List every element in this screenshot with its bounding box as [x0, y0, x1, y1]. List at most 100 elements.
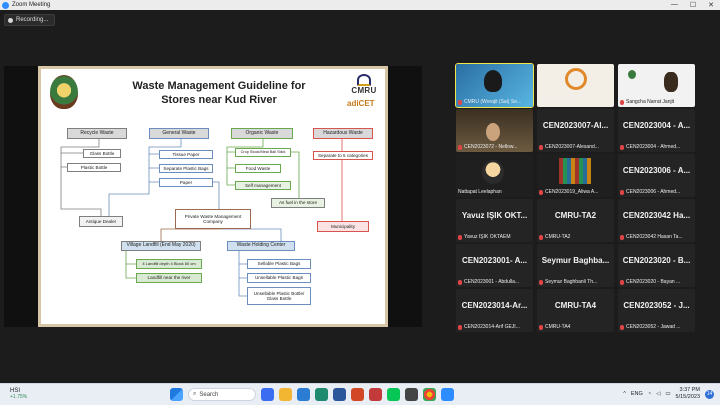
edge-icon[interactable] — [297, 388, 310, 401]
participant-name: Seymur Baghbanli Th... — [545, 279, 598, 285]
participant-name: CEN2023014-Arif GEJI... — [464, 324, 520, 330]
participant-tile[interactable]: CMRU-TA2 CMRU-TA2 — [537, 199, 614, 242]
mic-muted-icon — [539, 324, 543, 330]
participant-name: CEN2023042 Hasan Ta... — [626, 234, 683, 240]
diagram-connectors — [60, 139, 343, 297]
participant-name: Nattapat Leelaphan — [458, 189, 502, 195]
organic-waste-header: Organic Waste — [231, 128, 293, 139]
participant-name: CMRU-TA4 — [545, 324, 571, 330]
participant-tile[interactable]: CEN2023001- A... CEN2023001 - Abdulla... — [456, 244, 533, 287]
participant-tile[interactable]: CMRU-TA4 CMRU-TA4 — [537, 289, 614, 332]
minimize-icon[interactable]: — — [671, 1, 678, 9]
participant-name: CEN2023001 - Abdulla... — [464, 279, 520, 285]
flags-image — [559, 158, 591, 184]
participant-tile[interactable]: CEN2023072 - Nellow... — [456, 109, 533, 152]
waste-holding-header: Waste Holding Center — [227, 241, 295, 251]
stock-widget[interactable]: HSI +1.75% — [10, 388, 27, 400]
search-icon: ⌕ — [193, 391, 197, 397]
taskbar-search[interactable]: ⌕ Search — [188, 388, 256, 401]
participant-name-large: CEN2023007-Al... — [542, 121, 609, 130]
store-icon[interactable] — [315, 388, 328, 401]
glass-bottle-box: Glass Bottle — [83, 149, 121, 158]
participant-name: CEN2023004 - Ahmed... — [626, 144, 681, 150]
mic-muted-icon — [620, 234, 624, 240]
search-label: Search — [199, 391, 219, 398]
participant-tile[interactable]: CEN2023004 - A... CEN2023004 - Ahmed... — [618, 109, 695, 152]
village-landfill-header: Village Landfill (End May 2020) — [121, 241, 201, 251]
participant-tile[interactable]: Nattapat Leelaphan — [456, 154, 533, 197]
language-indicator[interactable]: ENG — [631, 391, 643, 397]
zoom-app-icon — [2, 1, 9, 9]
self-management-box: Self management — [235, 181, 291, 190]
participant-name: adiCET@CMRU — [539, 99, 576, 105]
participant-tile[interactable]: CEN2023020 - B... CEN2023020 - Bayan ... — [618, 244, 695, 287]
participant-name: CMRU-TA2 — [545, 234, 571, 240]
mic-muted-icon — [620, 189, 624, 195]
participant-name: CEN2023006 - Ahmed... — [626, 189, 681, 195]
powerpoint-icon[interactable] — [351, 388, 364, 401]
recording-indicator[interactable]: Recording... — [4, 14, 56, 26]
participant-name: CEN2023052 - Jawad ... — [626, 324, 681, 330]
clock-time: 3:37 PM — [679, 387, 700, 393]
mic-muted-icon — [539, 144, 543, 150]
windows-taskbar: HSI +1.75% ⌕ Search ^ ENG ◔ ◁ ▭ 3:37 PM … — [0, 383, 720, 405]
chevron-up-icon[interactable]: ^ — [623, 391, 626, 397]
windows-start-icon[interactable] — [170, 388, 183, 401]
close-icon[interactable]: ✕ — [708, 1, 714, 9]
word-icon[interactable] — [333, 388, 346, 401]
participant-name-large: CEN2023001- A... — [461, 256, 528, 265]
fuel-in-store-box: As fuel in the store — [271, 198, 325, 208]
antique-dealer-box: Antique Dealer — [79, 216, 123, 227]
participant-tile[interactable]: CEN2023007-Al... CEN2023007-Alesand... — [537, 109, 614, 152]
volume-icon[interactable]: ◁ — [656, 391, 660, 397]
battery-icon[interactable]: ▭ — [665, 391, 670, 397]
pdf-icon[interactable] — [369, 388, 382, 401]
participant-name-large: CMRU-TA2 — [554, 211, 597, 220]
person-avatar-icon — [486, 123, 500, 141]
notification-badge[interactable]: 14 — [705, 389, 714, 399]
participant-name: CMRU (Worajit (Sai) Se... — [464, 99, 522, 105]
participant-name-large: CEN2023052 - J... — [623, 301, 690, 310]
participant-tile[interactable]: Yavuz IŞIK OKT... Yavuz IŞIK OKTAEM — [456, 199, 533, 242]
maximize-icon[interactable]: ☐ — [690, 1, 696, 9]
zoom-app-icon[interactable] — [441, 388, 454, 401]
separate-categories-box: Separate to 5 categories — [313, 151, 373, 160]
general-waste-header: General Waste — [149, 128, 209, 139]
private-company-box: Private Waste Management Company — [175, 209, 251, 229]
participant-tile[interactable]: CEN2023052 - J... CEN2023052 - Jawad ... — [618, 289, 695, 332]
mic-muted-icon — [458, 144, 462, 150]
app-icon[interactable] — [405, 388, 418, 401]
participant-tile[interactable]: CEN2023042 Ha... CEN2023042 Hasan Ta... — [618, 199, 695, 242]
participant-tile[interactable]: Sangcha Narrat Janjit — [618, 64, 695, 107]
recycle-waste-header: Recycle Waste — [67, 128, 127, 139]
zoom-taskbar-icon[interactable] — [261, 388, 274, 401]
participant-name-large: Seymur Baghba... — [541, 256, 610, 265]
file-explorer-icon[interactable] — [279, 388, 292, 401]
wifi-icon[interactable]: ◔ — [648, 391, 651, 397]
participant-tile[interactable]: Seymur Baghba... Seymur Baghbanli Th... — [537, 244, 614, 287]
participant-name: CEN2023007-Alesand... — [545, 144, 599, 150]
participant-name-large: CEN2023020 - B... — [622, 256, 691, 265]
mic-muted-icon — [458, 324, 462, 330]
municipality-box: Municipality — [317, 221, 369, 232]
recording-label: Recording... — [16, 17, 49, 23]
shared-slide: Waste Management Guideline for Stores ne… — [38, 66, 388, 327]
seal-icon — [628, 70, 636, 79]
adicet-logo-icon — [565, 68, 587, 90]
unsellable-bags-box: Unsellable Plastic Bags — [247, 273, 311, 283]
chrome-icon[interactable] — [423, 388, 436, 401]
unsellable-bottle-box: Unsellable Plastic Bottle/ Glass Bottle — [247, 287, 311, 305]
participant-tile[interactable]: adiCET@CMRU — [537, 64, 614, 107]
mic-muted-icon — [620, 144, 624, 150]
participant-tile[interactable]: CEN2023019_Aliwa A... — [537, 154, 614, 197]
participant-tile[interactable]: CEN2023014-Ar... CEN2023014-Arif GEJI... — [456, 289, 533, 332]
participant-tile[interactable]: CEN2023006 - A... CEN2023006 - Ahmed... — [618, 154, 695, 197]
participant-tile[interactable]: CMRU (Worajit (Sai) Se... — [455, 63, 534, 108]
participant-name-large: CEN2023006 - A... — [622, 166, 691, 175]
person-avatar-icon — [664, 72, 678, 92]
mic-muted-icon — [539, 189, 543, 195]
paper-box: Paper — [159, 178, 213, 187]
line-icon[interactable] — [387, 388, 400, 401]
clock[interactable]: 3:37 PM 5/15/2023 — [676, 387, 700, 401]
participant-gallery: CMRU (Worajit (Sai) Se... adiCET@CMRU Sa… — [455, 60, 695, 334]
